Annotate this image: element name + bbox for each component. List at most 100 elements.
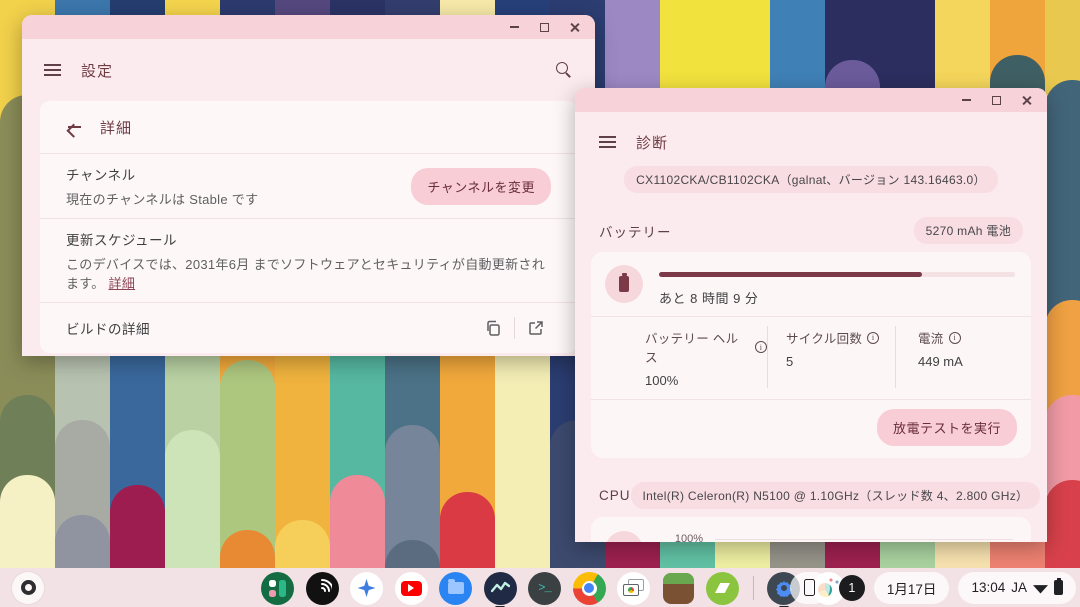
chrome-mini-icon — [628, 587, 634, 593]
cycle-count-stat: サイクル回数 5 — [767, 326, 895, 388]
battery-progress-fill — [659, 272, 922, 277]
cycle-count-label: サイクル回数 — [786, 328, 862, 347]
current-stat: 電流 449 mA — [895, 326, 1031, 388]
battery-card: あと 8 時間 9 分 バッテリー ヘルス 100% サイクル回数 5 電流 4… — [591, 252, 1031, 458]
geforce-now-app-icon[interactable] — [706, 572, 739, 605]
diagnostics-header: 診断 — [575, 112, 1047, 154]
settings-content-card: 詳細 チャンネル 現在のチャンネルは Stable です チャンネルを変更 更新… — [40, 101, 577, 353]
minecraft-app-icon[interactable] — [662, 572, 695, 605]
maximize-icon — [540, 23, 549, 32]
cpu-section-label: CPU — [599, 488, 631, 503]
wifi-icon — [1033, 582, 1048, 594]
play-store-app-icon[interactable] — [261, 572, 294, 605]
channel-row: チャンネル 現在のチャンネルは Stable です チャンネルを変更 — [40, 154, 577, 218]
current-label: 電流 — [918, 328, 944, 347]
settings-window: 設定 詳細 チャンネル 現在のチャンネルは Stable です チャンネルを変更… — [22, 15, 595, 356]
folder-icon — [448, 582, 464, 594]
maximize-button[interactable] — [533, 18, 555, 36]
eye-icon — [715, 583, 730, 593]
close-button[interactable] — [1015, 91, 1037, 109]
build-details-title: ビルドの詳細 — [66, 318, 478, 338]
close-icon — [1021, 95, 1032, 106]
back-arrow-icon[interactable] — [66, 119, 82, 135]
info-icon[interactable] — [867, 332, 879, 344]
battery-health-label: バッテリー ヘルス — [645, 328, 750, 366]
battery-capacity-chip: 5270 mAh 電池 — [914, 217, 1023, 244]
settings-titlebar[interactable] — [22, 15, 595, 39]
phone-icon — [804, 579, 815, 596]
battery-icon — [619, 276, 629, 292]
battery-stats-row: バッテリー ヘルス 100% サイクル回数 5 電流 449 mA — [591, 317, 1031, 399]
copy-icon — [485, 320, 501, 336]
hamburger-menu-icon[interactable] — [599, 136, 616, 148]
change-channel-button[interactable]: チャンネルを変更 — [411, 168, 551, 205]
status-area: 1 1月17日 13:04 JA — [790, 572, 1076, 604]
battery-icon-circle — [605, 265, 643, 303]
grass-block-icon — [663, 573, 694, 604]
current-value: 449 mA — [918, 354, 1031, 369]
diagnostics-window: 診断 CX1102CKA/CB1102CKA（galnat、バージョン 143.… — [575, 88, 1047, 542]
diagnostics-app-title: 診断 — [636, 132, 668, 153]
cpu-icon-circle — [605, 531, 643, 542]
spiral-icon — [312, 578, 332, 598]
settings-header: 設定 — [22, 39, 595, 101]
chrome-icon — [573, 572, 606, 605]
youtube-app-icon[interactable] — [395, 572, 428, 605]
calendar-pill[interactable]: 1月17日 — [874, 572, 950, 604]
sparkle-icon — [358, 579, 376, 597]
page-header-row: 詳細 — [40, 101, 577, 153]
shelf-app-row — [261, 572, 845, 605]
info-icon[interactable] — [949, 332, 961, 344]
close-icon — [569, 22, 580, 33]
shelf-separator — [753, 576, 754, 600]
launcher-button[interactable] — [12, 572, 44, 604]
run-discharge-test-button[interactable]: 放電テストを実行 — [877, 409, 1017, 446]
cpu-model-chip: Intel(R) Celeron(R) N5100 @ 1.10GHz（スレッド… — [631, 482, 1041, 509]
battery-section-label: バッテリー — [599, 221, 672, 241]
chrome-app-icon[interactable] — [573, 572, 606, 605]
maximize-button[interactable] — [985, 91, 1007, 109]
update-schedule-row: 更新スケジュール このデバイスでは、2031年6月 までソフトウェアとセキュリテ… — [40, 219, 577, 302]
ytick-100: 100% — [675, 533, 703, 542]
cycle-count-value: 5 — [786, 354, 895, 369]
notification-counter[interactable]: 1 — [839, 575, 865, 601]
update-schedule-subtitle: このデバイスでは、2031年6月 までソフトウェアとセキュリティが自動更新されま… — [66, 254, 551, 292]
hamburger-menu-icon[interactable] — [44, 64, 61, 76]
update-schedule-title: 更新スケジュール — [66, 229, 551, 249]
battery-time-remaining: あと 8 時間 9 分 — [659, 288, 1015, 307]
files-app-icon[interactable] — [439, 572, 472, 605]
settings-app-title: 設定 — [81, 60, 113, 81]
minimize-button[interactable] — [503, 18, 525, 36]
open-in-new-icon — [528, 320, 544, 336]
close-button[interactable] — [563, 18, 585, 36]
copy-button[interactable] — [478, 313, 508, 343]
battery-health-value: 100% — [645, 373, 767, 388]
input-method-label: JA — [1011, 580, 1027, 595]
date-label: 1月17日 — [887, 578, 937, 598]
separator — [514, 317, 515, 339]
learn-more-link[interactable]: 詳細 — [109, 276, 136, 291]
cpu-usage-line — [715, 531, 1013, 542]
minimize-icon — [962, 99, 971, 101]
build-details-row[interactable]: ビルドの詳細 — [40, 303, 577, 353]
window-stack-app-icon[interactable] — [617, 572, 650, 605]
battery-progress-track — [659, 272, 1015, 277]
diagnostics-app-icon[interactable] — [484, 572, 517, 605]
battery-health-stat: バッテリー ヘルス 100% — [591, 326, 767, 388]
diagnostics-titlebar[interactable] — [575, 88, 1047, 112]
quick-settings-pill[interactable]: 13:04 JA — [958, 572, 1076, 604]
maximize-icon — [992, 96, 1001, 105]
gemini-app-icon[interactable] — [350, 572, 383, 605]
play-icon — [408, 584, 414, 592]
minimize-button[interactable] — [955, 91, 977, 109]
phone-hub-button[interactable] — [790, 572, 830, 604]
info-icon[interactable] — [755, 341, 767, 353]
line-chart-icon — [491, 581, 510, 595]
terminal-app-icon[interactable] — [528, 572, 561, 605]
search-icon[interactable] — [555, 61, 573, 79]
open-in-new-button[interactable] — [521, 313, 551, 343]
spiral-app-icon[interactable] — [306, 572, 339, 605]
battery-status-icon — [1054, 580, 1063, 595]
page-title: 詳細 — [100, 117, 132, 138]
cpu-card: 100% 75% 50% 25% — [591, 517, 1031, 542]
